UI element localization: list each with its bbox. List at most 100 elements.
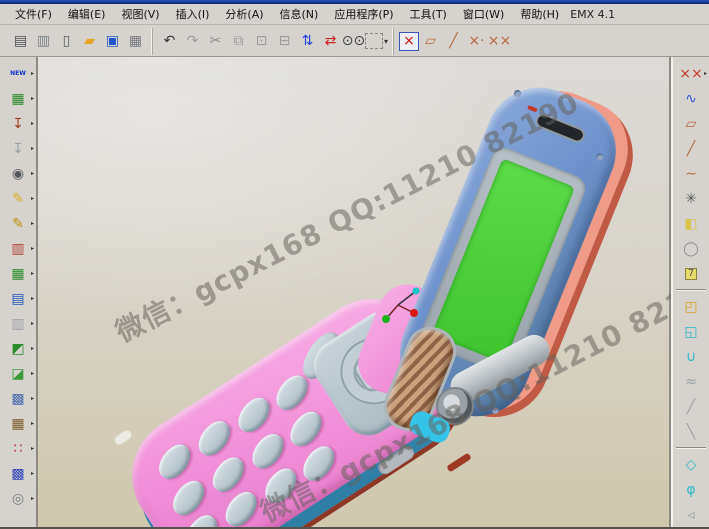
sketch-tool-icon[interactable]: ∿ [675, 86, 707, 111]
emx-insert-block-icon[interactable]: ▦▸ [2, 261, 34, 286]
emx-z-block-icon-flyout[interactable]: ▸ [31, 345, 34, 352]
emx-gray-stack-icon[interactable]: ▥▸ [2, 311, 34, 336]
regenerate-custom-icon[interactable]: ⇄ [319, 30, 342, 53]
menu-bar: 文件(F)编辑(E)视图(V)插入(I)分析(A)信息(N)应用程序(P)工具(… [0, 4, 709, 25]
selection-filter-icon[interactable] [365, 33, 383, 49]
axis-display-icon[interactable]: ╱ [442, 30, 465, 53]
datum-plane-tool-icon-glyph: ▱ [686, 117, 697, 131]
emx-machine-icon-flyout[interactable]: ▸ [31, 295, 34, 302]
emx-cooling-grid-icon-flyout[interactable]: ▸ [31, 470, 34, 477]
sweep-tool-icon[interactable]: ∪ [675, 344, 707, 369]
emx-insert-block-icon-glyph: ▦ [11, 267, 24, 281]
plane-7-icon[interactable]: 7 [675, 261, 707, 286]
emx-plate-dots-icon-flyout[interactable]: ▸ [31, 420, 34, 427]
menu-item-view[interactable]: 视图(V) [114, 4, 166, 24]
round-tool-icon-glyph: ◇ [686, 458, 697, 472]
emx-slider-icon-flyout[interactable]: ▸ [31, 245, 34, 252]
emx-screw-icon[interactable]: ↧▸ [2, 111, 34, 136]
plane-offset-tool-icon[interactable]: ◧ [675, 211, 707, 236]
emx-component-icon-flyout[interactable]: ▸ [31, 145, 34, 152]
emx-insert-block-icon-flyout[interactable]: ▸ [31, 270, 34, 277]
csys-tool-icon[interactable]: ✳ [675, 186, 707, 211]
menu-item-applications[interactable]: 应用程序(P) [327, 4, 400, 24]
blend-tool-icon[interactable]: ≈ [675, 369, 707, 394]
emx-red-dots-icon[interactable]: ∷▸ [2, 436, 34, 461]
emx-ejector-pin-icon-flyout[interactable]: ▸ [31, 195, 34, 202]
emx-red-dots-icon-flyout[interactable]: ▸ [31, 445, 34, 452]
open-object-icon-glyph: ▥ [37, 34, 50, 48]
cut-icon[interactable]: ✂ [204, 30, 227, 53]
menu-item-tools[interactable]: 工具(T) [403, 4, 454, 24]
menu-item-info[interactable]: 信息(N) [273, 4, 326, 24]
curve-tool-icon[interactable]: ∼ [675, 161, 707, 186]
emx-cut-block-icon-flyout[interactable]: ▸ [31, 370, 34, 377]
emx-plate-plus-icon-flyout[interactable]: ▸ [31, 395, 34, 402]
save-icon[interactable]: ▣ [101, 30, 124, 53]
menu-item-help[interactable]: 帮助(H) [513, 4, 566, 24]
copy-icon[interactable]: ⧉ [227, 30, 250, 53]
emx-screw-icon-flyout[interactable]: ▸ [31, 120, 34, 127]
axis-display-icon-glyph: ╱ [449, 34, 457, 48]
keypad-key [153, 439, 196, 484]
menu-item-insert[interactable]: 插入(I) [169, 4, 217, 24]
open-folder-icon[interactable]: ▰ [78, 30, 101, 53]
bottom-red-edge [446, 452, 472, 472]
round-tool-icon[interactable]: ◇ [675, 452, 707, 477]
menu-item-edit[interactable]: 编辑(E) [61, 4, 113, 24]
paste-special-icon[interactable]: ⊟ [273, 30, 296, 53]
datum-display-off-icon[interactable]: × [399, 32, 419, 51]
emx-z-block-icon[interactable]: ◩▸ [2, 336, 34, 361]
point-display-icon[interactable]: ×· [465, 30, 488, 53]
emx-bolt-icon[interactable]: ◉▸ [2, 161, 34, 186]
emx-slider-icon[interactable]: ▥▸ [2, 236, 34, 261]
undo-icon-glyph: ↶ [164, 34, 176, 48]
boundary-blend-tool-icon[interactable]: ╱ [675, 394, 707, 419]
emx-cut-block-icon[interactable]: ◪▸ [2, 361, 34, 386]
revolve-tool-icon[interactable]: ◱ [675, 319, 707, 344]
menu-item-analysis[interactable]: 分析(A) [218, 4, 270, 24]
emx-machine-icon[interactable]: ▤▸ [2, 286, 34, 311]
new-file-icon[interactable]: ▯ [55, 30, 78, 53]
redo-icon[interactable]: ↷ [181, 30, 204, 53]
datum-axis-tool-icon[interactable]: ╱ [675, 136, 707, 161]
toolbar-group: ×▱ ╱ ×·×× [393, 28, 516, 55]
emx-ejector-angled-icon[interactable]: ✎▸ [2, 211, 34, 236]
emx-gray-stack-icon-flyout[interactable]: ▸ [31, 320, 34, 327]
emx-moldbase-icon-flyout[interactable]: ▸ [31, 95, 34, 102]
emx-ejector-angled-icon-flyout[interactable]: ▸ [31, 220, 34, 227]
emx-plate-dots-icon[interactable]: ▦▸ [2, 411, 34, 436]
paste-icon[interactable]: ⊡ [250, 30, 273, 53]
emx-cooling-grid-icon[interactable]: ▩▸ [2, 461, 34, 486]
emx-new-project-icon[interactable]: NEW▸ [2, 61, 34, 86]
find-icon[interactable]: ⊙⊙ [342, 30, 365, 53]
print-icon[interactable]: ▦ [124, 30, 147, 53]
emx-moldbase-icon[interactable]: ▦▸ [2, 86, 34, 111]
menu-item-file[interactable]: 文件(F) [8, 4, 59, 24]
open-object-icon[interactable]: ▥ [32, 30, 55, 53]
emx-drill-icon-flyout[interactable]: ▸ [31, 495, 34, 502]
undo-icon[interactable]: ↶ [158, 30, 181, 53]
datum-point-tool-icon[interactable]: ××▸ [675, 61, 707, 86]
datum-plane-tool-icon[interactable]: ▱ [675, 111, 707, 136]
menu-item-window[interactable]: 窗口(W) [456, 4, 511, 24]
graphics-canvas[interactable]: 微信：gcpx168 QQ:11210 82190 微信：gcpx168 QQ:… [38, 57, 671, 527]
plane-display-icon[interactable]: ▱ [419, 30, 442, 53]
plane-offset-tool-icon-glyph: ◧ [684, 217, 697, 231]
emx-bolt-icon-flyout[interactable]: ▸ [31, 170, 34, 177]
emx-new-project-icon-flyout[interactable]: ▸ [31, 70, 34, 77]
emx-ejector-pin-icon[interactable]: ✎▸ [2, 186, 34, 211]
sketch-ring-icon[interactable]: ◯ [675, 236, 707, 261]
datum-point-tool-icon-flyout[interactable]: ▸ [704, 70, 707, 77]
emx-component-icon[interactable]: ↧▸ [2, 136, 34, 161]
emx-drill-icon[interactable]: ◎▸ [2, 486, 34, 511]
style-tool-icon[interactable]: ╲ [675, 419, 707, 444]
draft-tool-icon[interactable]: ◃ [675, 502, 707, 527]
draft-tool-icon-glyph: ◃ [687, 508, 694, 522]
extrude-tool-icon[interactable]: ◰ [675, 294, 707, 319]
regenerate-icon[interactable]: ⇅ [296, 30, 319, 53]
new-object-icon[interactable]: ▤ [9, 30, 32, 53]
emx-plate-plus-icon[interactable]: ▩▸ [2, 386, 34, 411]
selection-filter-icon-dropdown[interactable]: ▾ [384, 37, 388, 46]
axis-pattern-tool-icon[interactable]: φ [675, 477, 707, 502]
csys-display-icon[interactable]: ×× [488, 30, 511, 53]
